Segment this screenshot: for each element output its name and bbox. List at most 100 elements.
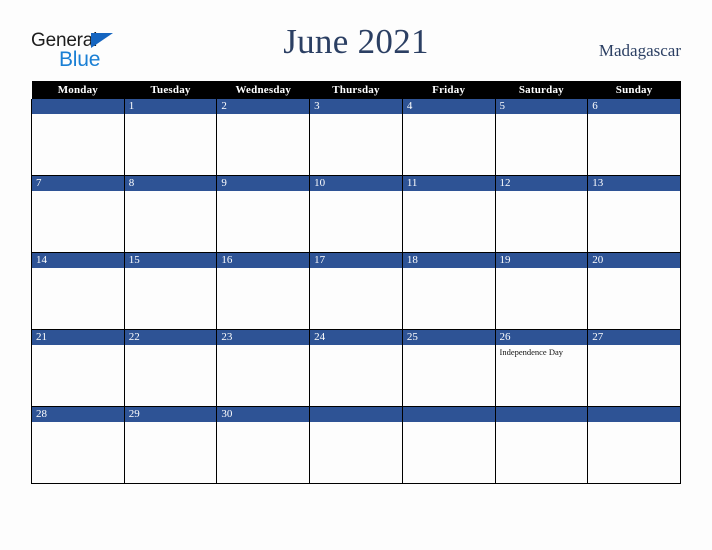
day-events xyxy=(589,422,680,424)
weekday-header-monday: Monday xyxy=(31,81,125,99)
day-events xyxy=(311,422,402,424)
calendar-week-row: 28 29 30 xyxy=(31,406,681,484)
day-events: Independence Day xyxy=(496,345,587,358)
calendar-day-cell[interactable]: 30 xyxy=(216,406,311,484)
calendar-weekday-header: Monday Tuesday Wednesday Thursday Friday… xyxy=(31,81,681,99)
day-events xyxy=(496,114,587,116)
calendar-week-row: 14 15 16 17 18 19 20 xyxy=(31,252,681,330)
day-number: 11 xyxy=(403,176,495,191)
calendar-empty-cell xyxy=(494,406,589,484)
day-events xyxy=(311,345,402,347)
day-number: 3 xyxy=(310,99,402,114)
calendar-day-cell[interactable]: 13 xyxy=(587,175,681,253)
calendar-day-cell[interactable]: 21 xyxy=(31,329,125,407)
calendar-day-cell[interactable]: 18 xyxy=(401,252,496,330)
day-number: 23 xyxy=(217,330,309,345)
day-number: 13 xyxy=(588,176,680,191)
day-number: 15 xyxy=(125,253,216,268)
day-events xyxy=(311,114,402,116)
day-events xyxy=(589,191,680,193)
calendar-week-row: 123456 xyxy=(31,99,681,176)
calendar-day-cell[interactable]: 27 xyxy=(587,329,681,407)
calendar-day-cell[interactable]: 16 xyxy=(216,252,311,330)
day-number xyxy=(32,99,124,114)
day-number: 14 xyxy=(32,253,124,268)
day-events xyxy=(403,191,494,193)
weekday-header-row: Monday Tuesday Wednesday Thursday Friday… xyxy=(31,81,681,99)
day-number: 9 xyxy=(217,176,309,191)
weekday-header-friday: Friday xyxy=(402,81,496,99)
calendar-day-cell[interactable]: 15 xyxy=(123,252,218,330)
day-events xyxy=(125,345,216,347)
calendar-day-cell[interactable]: 12 xyxy=(494,175,589,253)
calendar-day-cell[interactable]: 29 xyxy=(123,406,218,484)
calendar-day-cell[interactable]: 28 xyxy=(31,406,125,484)
day-number: 29 xyxy=(125,407,216,422)
calendar-day-cell[interactable]: 23 xyxy=(216,329,311,407)
day-events xyxy=(125,268,216,270)
day-number xyxy=(403,407,495,422)
calendar-day-cell[interactable]: 1 xyxy=(123,99,218,176)
calendar-day-cell[interactable]: 2 xyxy=(216,99,311,176)
calendar-day-cell[interactable]: 24 xyxy=(309,329,403,407)
day-number: 28 xyxy=(32,407,124,422)
day-number: 30 xyxy=(217,407,309,422)
calendar-day-cell[interactable]: 11 xyxy=(401,175,496,253)
calendar-day-cell[interactable]: 8 xyxy=(123,175,218,253)
day-events xyxy=(589,268,680,270)
calendar-week-row: 21 22 23 24 25 26 Independence Day 27 xyxy=(31,329,681,407)
day-number: 1 xyxy=(125,99,216,114)
calendar-day-cell[interactable]: 7 xyxy=(31,175,125,253)
day-number: 5 xyxy=(496,99,587,114)
region-label: Madagascar xyxy=(598,41,681,60)
calendar-day-cell[interactable]: 20 xyxy=(587,252,681,330)
day-events xyxy=(311,268,402,270)
calendar-day-cell[interactable]: 4 xyxy=(401,99,496,176)
weekday-header-sunday: Sunday xyxy=(587,81,681,99)
calendar-empty-cell xyxy=(31,99,125,176)
day-number: 10 xyxy=(310,176,402,191)
day-events xyxy=(125,191,216,193)
calendar-day-cell[interactable]: 3 xyxy=(309,99,403,176)
day-number: 26 xyxy=(496,330,587,345)
day-number xyxy=(588,407,680,422)
calendar-day-cell[interactable]: 9 xyxy=(216,175,311,253)
calendar-day-cell[interactable]: 25 xyxy=(401,329,496,407)
calendar-day-cell[interactable]: 22 xyxy=(123,329,218,407)
calendar-event: Independence Day xyxy=(499,347,563,357)
calendar-day-cell[interactable]: 6 xyxy=(587,99,681,176)
day-events xyxy=(125,422,216,424)
calendar-day-cell[interactable]: 19 xyxy=(494,252,589,330)
calendar-grid: Monday Tuesday Wednesday Thursday Friday… xyxy=(31,81,681,484)
calendar-day-cell[interactable]: 17 xyxy=(309,252,403,330)
day-events xyxy=(496,268,587,270)
calendar-day-cell[interactable]: 10 xyxy=(309,175,403,253)
weekday-header-tuesday: Tuesday xyxy=(124,81,217,99)
calendar-week-row: 7 8 9 10 11 12 13 xyxy=(31,175,681,253)
day-events xyxy=(32,268,123,270)
calendar-empty-cell xyxy=(309,406,403,484)
day-number: 18 xyxy=(403,253,495,268)
day-number: 24 xyxy=(310,330,402,345)
day-number: 22 xyxy=(125,330,216,345)
day-events xyxy=(125,114,216,116)
day-events xyxy=(218,345,309,347)
calendar-empty-cell xyxy=(587,406,681,484)
day-number xyxy=(496,407,587,422)
day-events xyxy=(589,114,680,116)
day-events xyxy=(32,114,123,116)
calendar-day-cell[interactable]: 26 Independence Day xyxy=(494,329,589,407)
day-events xyxy=(403,422,494,424)
day-number: 2 xyxy=(217,99,309,114)
day-events xyxy=(218,268,309,270)
calendar-day-cell[interactable]: 5 xyxy=(494,99,589,176)
calendar-body: 1 2 3 4 5 6 7 8 9 10 11 12 13 14 15 16 17 18 19 20 21 22 23 24 2… xyxy=(31,99,681,484)
day-number: 21 xyxy=(32,330,124,345)
day-number: 25 xyxy=(403,330,495,345)
calendar-day-cell[interactable]: 14 xyxy=(31,252,125,330)
day-number: 8 xyxy=(125,176,216,191)
day-number: 4 xyxy=(403,99,495,114)
calendar-empty-cell xyxy=(401,406,496,484)
day-events xyxy=(589,345,680,347)
day-events xyxy=(496,191,587,193)
